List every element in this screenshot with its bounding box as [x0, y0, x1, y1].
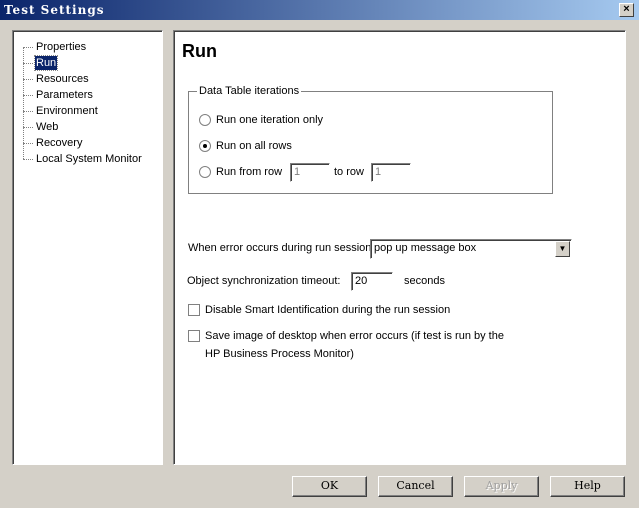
- help-button[interactable]: Help: [550, 476, 625, 497]
- radio-all-rows[interactable]: [199, 140, 211, 152]
- page-title: Run: [182, 41, 217, 61]
- error-action-select[interactable]: pop up message box ▼: [370, 239, 572, 259]
- error-action-value: pop up message box: [374, 242, 477, 254]
- timeout-label: Object synchronization timeout:: [187, 275, 341, 287]
- tree-item-resources[interactable]: Resources: [35, 72, 90, 86]
- settings-tree: Properties Run Resources Parameters Envi…: [12, 30, 163, 465]
- timeout-unit: seconds: [404, 275, 445, 287]
- tree-item-web[interactable]: Web: [35, 120, 59, 134]
- ok-button[interactable]: OK: [292, 476, 367, 497]
- to-row-input[interactable]: 1: [371, 163, 411, 182]
- tree-item-properties[interactable]: Properties: [35, 40, 87, 54]
- tree-item-environment[interactable]: Environment: [35, 104, 99, 118]
- chevron-down-icon[interactable]: ▼: [555, 241, 570, 257]
- close-button[interactable]: ×: [619, 3, 634, 17]
- apply-button[interactable]: Apply: [464, 476, 539, 497]
- save-image-label-line2[interactable]: HP Business Process Monitor): [205, 348, 354, 360]
- tree-item-recovery[interactable]: Recovery: [35, 136, 83, 150]
- save-image-checkbox[interactable]: [188, 330, 200, 342]
- tree-item-parameters[interactable]: Parameters: [35, 88, 94, 102]
- radio-all-rows-label[interactable]: Run on all rows: [216, 140, 292, 152]
- error-label: When error occurs during run session:: [188, 242, 375, 254]
- cancel-button[interactable]: Cancel: [378, 476, 453, 497]
- disable-smart-id-checkbox[interactable]: [188, 304, 200, 316]
- window-title: Test Settings: [4, 3, 105, 17]
- settings-panel: Run Data Table iterations Run one iterat…: [173, 30, 626, 465]
- radio-one-iteration[interactable]: [199, 114, 211, 126]
- disable-smart-id-label[interactable]: Disable Smart Identification during the …: [205, 304, 450, 316]
- tree-item-run[interactable]: Run: [33, 55, 59, 71]
- from-row-input[interactable]: 1: [290, 163, 330, 182]
- data-table-iterations-group: Data Table iterations Run one iteration …: [188, 85, 553, 194]
- timeout-input[interactable]: 20: [351, 272, 393, 291]
- save-image-label[interactable]: Save image of desktop when error occurs …: [205, 330, 504, 342]
- to-row-label: to row: [334, 166, 364, 178]
- radio-one-iteration-label[interactable]: Run one iteration only: [216, 114, 323, 126]
- radio-row-range-label[interactable]: Run from row: [216, 166, 282, 178]
- group-label: Data Table iterations: [197, 85, 302, 97]
- tree-item-local-system-monitor[interactable]: Local System Monitor: [35, 152, 143, 166]
- radio-row-range[interactable]: [199, 166, 211, 178]
